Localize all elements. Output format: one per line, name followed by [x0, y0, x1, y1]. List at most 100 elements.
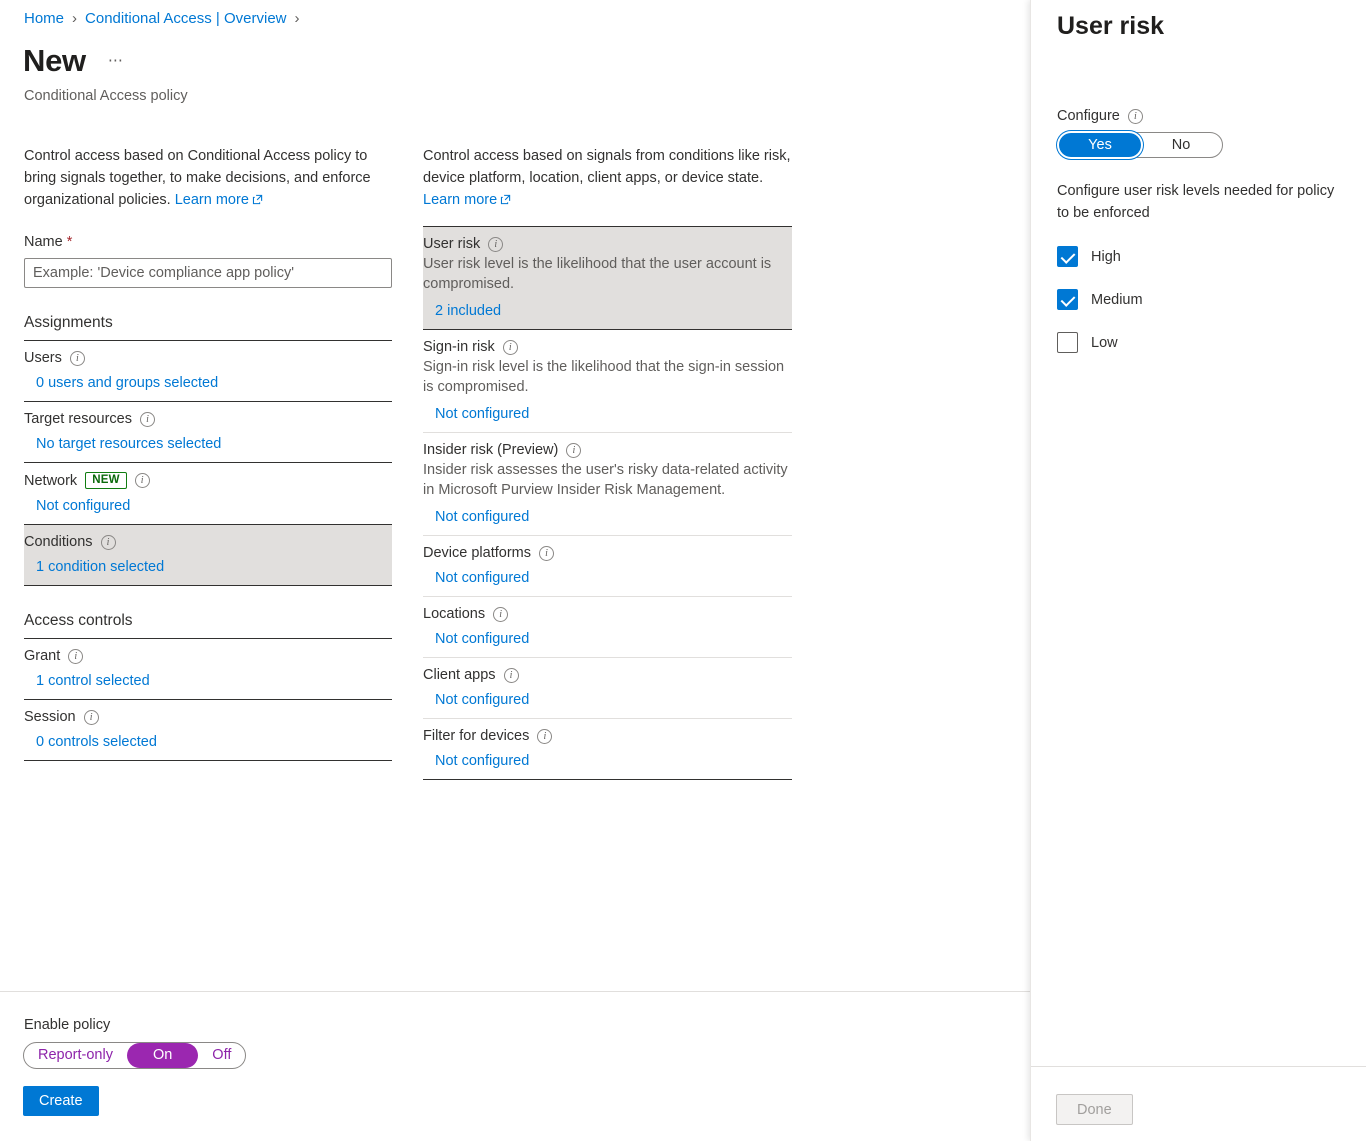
learn-more-link[interactable]: Learn more	[423, 192, 511, 208]
condition-row-filter-for-devices-head: Filter for devices i	[423, 728, 792, 744]
enable-policy-option-report-only[interactable]: Report-only	[24, 1043, 127, 1068]
flyout-body: Configure i Yes No Configure user risk l…	[1057, 108, 1347, 353]
info-icon[interactable]: i	[566, 443, 581, 458]
access-control-row-grant-head: Grant i	[24, 648, 392, 664]
condition-row-user-risk-description: User risk level is the likelihood that t…	[423, 254, 792, 294]
configure-option-yes[interactable]: Yes	[1059, 133, 1141, 157]
condition-row-locations-label: Locations	[423, 606, 485, 622]
assignment-row-target-resources-label: Target resources	[24, 411, 132, 427]
enable-policy-toggle[interactable]: Report-only On Off	[23, 1042, 246, 1069]
info-icon[interactable]: i	[68, 649, 83, 664]
chevron-right-icon: ›	[72, 10, 77, 27]
learn-more-label: Learn more	[423, 192, 497, 208]
condition-row-user-risk-head: User risk i	[423, 236, 792, 252]
info-icon[interactable]: i	[493, 607, 508, 622]
done-button[interactable]: Done	[1056, 1094, 1133, 1125]
assignment-row-users[interactable]: Users i 0 users and groups selected	[24, 341, 392, 401]
condition-row-sign-in-risk-value[interactable]: Not configured	[423, 406, 792, 422]
policy-form-column: Control access based on Conditional Acce…	[24, 145, 392, 761]
condition-row-user-risk[interactable]: User risk i User risk level is the likel…	[423, 227, 792, 329]
access-control-row-session-head: Session i	[24, 709, 392, 725]
risk-level-checkbox-medium[interactable]: Medium	[1057, 289, 1347, 310]
info-icon[interactable]: i	[70, 351, 85, 366]
enable-policy-label: Enable policy	[24, 1017, 110, 1033]
condition-row-locations[interactable]: Locations i Not configured	[423, 597, 792, 657]
condition-row-filter-for-devices-label: Filter for devices	[423, 728, 529, 744]
more-options-icon[interactable]: ⋯	[104, 54, 128, 68]
condition-row-insider-risk-head: Insider risk (Preview) i	[423, 442, 792, 458]
conditions-intro-text: Control access based on signals from con…	[423, 145, 792, 212]
assignment-row-target-resources-head: Target resources i	[24, 411, 392, 427]
condition-row-user-risk-value[interactable]: 2 included	[423, 303, 792, 319]
assignment-row-target-resources[interactable]: Target resources i No target resources s…	[24, 402, 392, 462]
name-field-label: Name *	[24, 234, 392, 250]
assignment-row-network-value[interactable]: Not configured	[24, 498, 392, 514]
user-risk-flyout-panel: User risk Configure i Yes No Configure u…	[1030, 0, 1366, 1141]
info-icon[interactable]: i	[84, 710, 99, 725]
configure-toggle[interactable]: Yes No	[1057, 132, 1223, 158]
condition-row-filter-for-devices[interactable]: Filter for devices i Not configured	[423, 719, 792, 779]
checkbox-icon[interactable]	[1057, 332, 1078, 353]
conditions-intro-body: Control access based on signals from con…	[423, 148, 791, 186]
info-icon[interactable]: i	[537, 729, 552, 744]
condition-row-client-apps-head: Client apps i	[423, 667, 792, 683]
divider	[423, 779, 792, 780]
info-icon[interactable]: i	[488, 237, 503, 252]
assignment-row-conditions-value[interactable]: 1 condition selected	[24, 559, 392, 575]
condition-row-device-platforms-value[interactable]: Not configured	[423, 570, 792, 586]
enable-policy-option-off[interactable]: Off	[198, 1043, 245, 1068]
create-button[interactable]: Create	[23, 1086, 99, 1116]
condition-row-client-apps-value[interactable]: Not configured	[423, 692, 792, 708]
condition-row-locations-value[interactable]: Not configured	[423, 631, 792, 647]
info-icon[interactable]: i	[504, 668, 519, 683]
learn-more-link[interactable]: Learn more	[175, 192, 263, 208]
condition-row-filter-for-devices-value[interactable]: Not configured	[423, 753, 792, 769]
breadcrumb-item-conditional-access-overview[interactable]: Conditional Access | Overview	[85, 10, 286, 27]
info-icon[interactable]: i	[135, 473, 150, 488]
access-control-row-session-value[interactable]: 0 controls selected	[24, 734, 392, 750]
condition-row-sign-in-risk[interactable]: Sign-in risk i Sign-in risk level is the…	[423, 330, 792, 432]
checkbox-icon[interactable]	[1057, 246, 1078, 267]
access-control-row-session-label: Session	[24, 709, 76, 725]
condition-row-sign-in-risk-description: Sign-in risk level is the likelihood tha…	[423, 357, 792, 397]
policy-intro-text: Control access based on Conditional Acce…	[24, 145, 392, 212]
configure-option-no[interactable]: No	[1141, 133, 1221, 157]
condition-row-insider-risk[interactable]: Insider risk (Preview) i Insider risk as…	[423, 433, 792, 535]
info-icon[interactable]: i	[1128, 109, 1143, 124]
condition-row-client-apps-label: Client apps	[423, 667, 496, 683]
configure-label-row: Configure i	[1057, 108, 1347, 124]
condition-row-insider-risk-value[interactable]: Not configured	[423, 509, 792, 525]
assignment-row-users-value[interactable]: 0 users and groups selected	[24, 375, 392, 391]
breadcrumb: Home › Conditional Access | Overview ›	[24, 10, 300, 27]
divider	[24, 585, 392, 586]
access-control-row-session[interactable]: Session i 0 controls selected	[24, 700, 392, 760]
assignment-row-users-head: Users i	[24, 350, 392, 366]
condition-row-client-apps[interactable]: Client apps i Not configured	[423, 658, 792, 718]
risk-level-checkbox-high[interactable]: High	[1057, 246, 1347, 267]
condition-row-sign-in-risk-head: Sign-in risk i	[423, 339, 792, 355]
assignment-row-conditions-head: Conditions i	[24, 534, 392, 550]
chevron-right-icon: ›	[295, 10, 300, 27]
assignment-row-target-resources-value[interactable]: No target resources selected	[24, 436, 392, 452]
access-controls-heading: Access controls	[24, 612, 392, 638]
risk-level-checkbox-low[interactable]: Low	[1057, 332, 1347, 353]
condition-row-device-platforms-head: Device platforms i	[423, 545, 792, 561]
info-icon[interactable]: i	[140, 412, 155, 427]
new-badge: NEW	[85, 472, 126, 489]
info-icon[interactable]: i	[503, 340, 518, 355]
policy-name-input[interactable]	[24, 258, 392, 288]
conditional-access-new-policy-page: Home › Conditional Access | Overview › N…	[0, 0, 1366, 1141]
condition-row-device-platforms[interactable]: Device platforms i Not configured	[423, 536, 792, 596]
access-control-row-grant[interactable]: Grant i 1 control selected	[24, 639, 392, 699]
breadcrumb-item-home[interactable]: Home	[24, 10, 64, 27]
assignment-row-network-head: Network NEW i	[24, 472, 392, 489]
info-icon[interactable]: i	[539, 546, 554, 561]
access-control-row-grant-label: Grant	[24, 648, 60, 664]
enable-policy-option-on[interactable]: On	[127, 1043, 198, 1068]
info-icon[interactable]: i	[101, 535, 116, 550]
assignment-row-network[interactable]: Network NEW i Not configured	[24, 463, 392, 524]
learn-more-label: Learn more	[175, 192, 249, 208]
access-control-row-grant-value[interactable]: 1 control selected	[24, 673, 392, 689]
checkbox-icon[interactable]	[1057, 289, 1078, 310]
assignment-row-conditions[interactable]: Conditions i 1 condition selected	[24, 525, 392, 585]
